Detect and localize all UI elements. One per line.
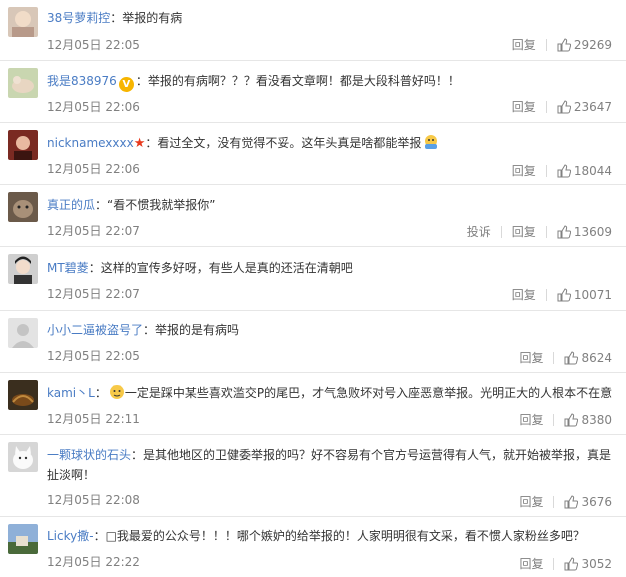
avatar[interactable] [8,254,38,284]
separator: ： [88,261,101,275]
avatar[interactable] [8,380,38,410]
report-button[interactable]: 投诉 [467,223,491,240]
separator: ： [94,386,107,400]
like-button[interactable]: 18044 [557,164,612,178]
timestamp: 12月05日 22:08 [47,493,140,507]
thumbs-up-icon [557,163,571,177]
separator: ： [95,198,108,212]
timestamp: 12月05日 22:06 [47,100,140,114]
comment-item: MT碧菱：这样的宣传多好呀，有些人是真的还活在清朝吧 12月05日 22:07 … [0,247,626,311]
emoji-icon [109,384,125,406]
like-count: 18044 [573,163,612,178]
emoji-icon [423,134,439,156]
like-button[interactable]: 23647 [557,100,612,114]
avatar[interactable] [8,192,38,222]
timestamp: 12月05日 22:07 [47,287,140,301]
separator: ： [110,11,123,25]
timestamp: 12月05日 22:07 [47,224,140,238]
avatar[interactable] [8,7,38,37]
verified-badge-icon: V [118,77,134,92]
comment-item: Licky撒-：□我最爱的公众号！！！哪个嫉妒的给举报的！人家明明很有文采，看不… [0,517,626,577]
comment-text: 举报的是有病吗 [155,323,240,337]
comment-text: 这样的宣传多好呀，有些人是真的还活在清朝吧 [100,261,353,275]
username[interactable]: Licky撒- [47,529,94,543]
like-count: 3676 [581,494,612,509]
comment-text: □我最爱的公众号！！！哪个嫉妒的给举报的！人家明明很有文采，看不惯人家粉丝多吧？ [105,529,585,543]
reply-button[interactable]: 回复 [512,162,536,179]
like-count: 8380 [581,412,612,427]
avatar[interactable] [8,130,38,160]
like-count: 10071 [573,287,612,302]
comment-item: kami丶L： 一定是踩中某些喜欢滥交P的尾巴，才气急败坏对号入座恶意举报。光明正… [0,373,626,435]
thumbs-up-icon [557,224,571,238]
username[interactable]: 小小二逼被盗号了 [47,323,143,337]
username[interactable]: nicknamexxxx [47,136,134,150]
username[interactable]: 38号萝莉控 [47,11,110,25]
separator: ： [135,74,148,88]
comment-text: 举报的有病啊？？？看没看文章啊！都是大段科普好吗！！ [147,74,460,88]
avatar[interactable] [8,318,38,348]
avatar[interactable] [8,442,38,472]
like-button[interactable]: 3676 [564,495,612,509]
comment-text: 一定是踩中某些喜欢滥交P的尾巴，才气急败坏对号入座恶意举报。光明正大的人根本不在… [124,386,613,400]
comment-text: 看过全文，没有觉得不妥。这年头真是啥都能举报 [157,136,422,150]
thumbs-up-icon [557,99,571,113]
separator: ： [143,323,156,337]
thumbs-up-icon [557,37,571,51]
like-count: 23647 [573,99,612,114]
comment-text: “看不惯我就举报你” [107,198,216,212]
separator: ： [145,136,158,150]
reply-button[interactable]: 回复 [512,286,536,303]
comment-item: 一颗球状的石头：是其他地区的卫健委举报的吗？好不容易有个官方号运营得有人气，就开… [0,435,626,517]
thumbs-up-icon [564,350,579,364]
comment-item: 38号萝莉控：举报的有病 12月05日 22:05 回复 29269 [0,0,626,61]
like-button[interactable]: 29269 [557,38,612,52]
separator: ： [93,529,106,543]
like-count: 8624 [581,350,612,365]
reply-button[interactable]: 回复 [519,411,543,428]
like-count: 29269 [573,37,612,52]
comment-list: 38号萝莉控：举报的有病 12月05日 22:05 回复 29269 我是838… [0,0,626,577]
reply-button[interactable]: 回复 [512,223,536,240]
thumbs-up-icon [564,556,579,570]
star-badge-icon: ★ [133,136,146,151]
like-button[interactable]: 10071 [557,288,612,302]
timestamp: 12月05日 22:05 [47,38,140,52]
username[interactable]: 一颗球状的石头 [47,448,131,462]
avatar[interactable] [8,68,38,98]
comment-item: 真正的瓜：“看不惯我就举报你” 12月05日 22:07 投诉 回复 13609 [0,185,626,247]
comment-item: 我是838976 V ：举报的有病啊？？？看没看文章啊！都是大段科普好吗！！ 12月… [0,61,626,123]
separator: ： [131,448,144,462]
comment-item: 小小二逼被盗号了：举报的是有病吗 12月05日 22:05 回复 8624 [0,311,626,373]
reply-button[interactable]: 回复 [512,98,536,115]
username[interactable]: 我是838976 [47,74,117,88]
username[interactable]: kami丶L [47,386,95,400]
thumbs-up-icon [564,494,579,508]
reply-button[interactable]: 回复 [512,36,536,53]
like-button[interactable]: 8624 [564,351,612,365]
like-button[interactable]: 8380 [564,413,612,427]
username[interactable]: MT碧菱 [47,261,89,275]
reply-button[interactable]: 回复 [519,493,543,510]
username[interactable]: 真正的瓜 [47,198,95,212]
like-button[interactable]: 13609 [557,225,612,239]
timestamp: 12月05日 22:06 [47,162,140,176]
comment-text: 举报的有病 [122,11,183,25]
comment-item: nicknamexxxx★：看过全文，没有觉得不妥。这年头真是啥都能举报 12月… [0,123,626,185]
timestamp: 12月05日 22:22 [47,555,140,569]
avatar[interactable] [8,524,38,554]
reply-button[interactable]: 回复 [519,555,543,572]
reply-button[interactable]: 回复 [519,349,543,366]
timestamp: 12月05日 22:05 [47,349,140,363]
like-button[interactable]: 3052 [564,557,612,571]
timestamp: 12月05日 22:11 [47,412,140,426]
thumbs-up-icon [557,287,571,301]
like-count: 3052 [581,556,612,571]
like-count: 13609 [573,224,612,239]
thumbs-up-icon [564,412,579,426]
